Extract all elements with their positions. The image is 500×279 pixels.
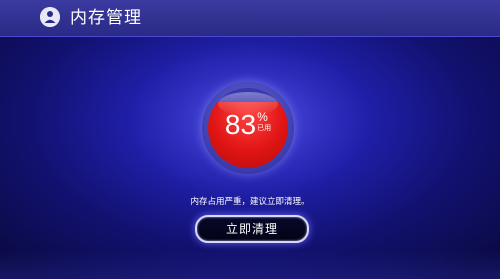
background-haze [0, 250, 500, 279]
used-label: 已用 [257, 125, 272, 132]
memory-used-percent: 83 [224, 109, 257, 140]
memory-gauge: 83% 已用 [202, 82, 294, 174]
percent-sign: % [257, 110, 268, 124]
title-bar: 内存管理 [0, 0, 500, 37]
clean-now-button[interactable]: 立即清理 [195, 215, 309, 243]
user-broom-icon [40, 7, 60, 27]
memory-warning-text: 内存占用严重，建议立即清理。 [190, 197, 310, 207]
gauge-bowl: 83% 已用 [208, 88, 288, 168]
gauge-readout: 83% 已用 [208, 110, 288, 140]
page-title: 内存管理 [70, 8, 142, 28]
